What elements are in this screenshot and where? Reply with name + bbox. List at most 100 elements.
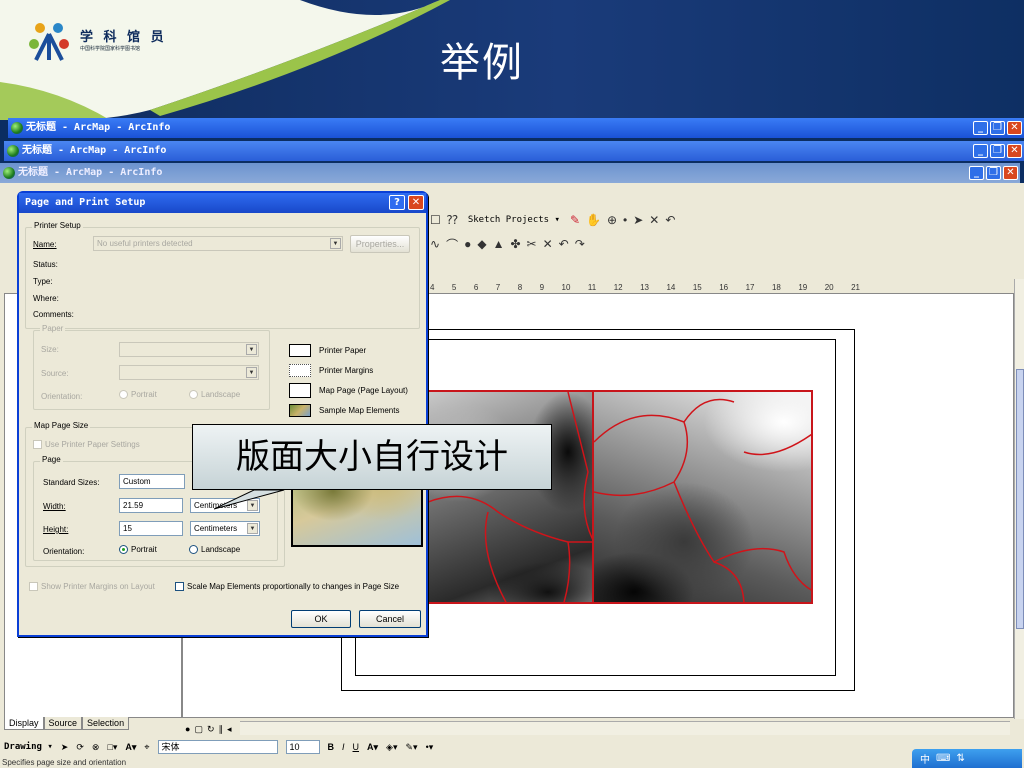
rectangle-icon[interactable]: □▾ bbox=[107, 742, 117, 753]
checkbox-box bbox=[29, 582, 38, 591]
window-title: 无标题 - ArcMap - ArcInfo bbox=[22, 145, 167, 156]
zoom-icon[interactable]: ⊕ bbox=[607, 213, 617, 227]
italic-icon[interactable]: I bbox=[342, 742, 345, 752]
where-label: Where: bbox=[33, 294, 59, 303]
minimize-button[interactable]: _ bbox=[973, 144, 988, 158]
scroll-thumb[interactable] bbox=[1016, 369, 1024, 629]
circle-icon[interactable]: ● bbox=[464, 237, 471, 251]
chevron-down-icon: ▼ bbox=[246, 344, 257, 355]
height-input[interactable]: 15 bbox=[119, 521, 183, 536]
minimize-button[interactable]: _ bbox=[969, 166, 984, 180]
zoom-whole-page-icon[interactable]: ⊗ bbox=[92, 742, 100, 753]
font-color-icon[interactable]: A▾ bbox=[367, 742, 378, 753]
callout-icon[interactable]: ⌖ bbox=[144, 742, 149, 753]
text-icon[interactable]: A▾ bbox=[125, 742, 136, 753]
help-button[interactable]: ? bbox=[389, 195, 405, 210]
close-button[interactable]: ✕ bbox=[1007, 121, 1022, 135]
layout-view-icon[interactable]: ▢ bbox=[194, 724, 203, 735]
use-printer-paper-checkbox[interactable]: Use Printer Paper Settings bbox=[33, 440, 140, 449]
pause-icon[interactable]: ∥ bbox=[219, 724, 224, 735]
ok-button[interactable]: OK bbox=[291, 610, 351, 628]
network-icon[interactable]: ⇅ bbox=[956, 753, 964, 764]
system-tray: 中 ⌨ ⇅ bbox=[912, 749, 1022, 768]
size-label: Size: bbox=[41, 345, 59, 354]
printer-name-dropdown[interactable]: No useful printers detected ▼ bbox=[93, 236, 343, 251]
scroll-left-icon[interactable]: ◂ bbox=[227, 724, 232, 735]
bold-icon[interactable]: B bbox=[328, 742, 335, 752]
legend-printer-margins: Printer Margins bbox=[289, 364, 373, 377]
dialog-close-button[interactable]: ✕ bbox=[408, 195, 424, 210]
dialog-titlebar[interactable]: Page and Print Setup ? ✕ bbox=[19, 193, 426, 213]
restore-button[interactable]: ❐ bbox=[986, 166, 1001, 180]
diamond-icon[interactable]: ◆ bbox=[477, 237, 486, 251]
arc-icon[interactable]: ⌒ bbox=[446, 236, 458, 253]
whats-this-icon[interactable]: ⁇ bbox=[447, 213, 458, 227]
refresh-icon[interactable]: ↻ bbox=[207, 724, 215, 735]
arcmap-icon bbox=[3, 167, 15, 179]
page-landscape-radio[interactable]: Landscape bbox=[189, 545, 240, 554]
cancel-button[interactable]: Cancel bbox=[359, 610, 421, 628]
vertical-scrollbar[interactable] bbox=[1014, 279, 1024, 719]
checkbox-label: Use Printer Paper Settings bbox=[45, 440, 140, 449]
point-icon[interactable]: • bbox=[623, 213, 627, 227]
undo-icon[interactable]: ↶ bbox=[559, 237, 569, 251]
edit-tool-icon[interactable]: ✎ bbox=[570, 213, 580, 227]
redo-icon[interactable]: ↷ bbox=[575, 237, 585, 251]
window-titlebar-1[interactable]: 无标题 - ArcMap - ArcInfo _ ❐ ✕ bbox=[8, 118, 1024, 138]
close-icon[interactable]: ✕ bbox=[543, 237, 553, 251]
width-label: Width: bbox=[43, 502, 66, 511]
properties-button[interactable]: Properties... bbox=[350, 235, 410, 253]
sketch-projects-dropdown[interactable]: Sketch Projects ▾ bbox=[464, 215, 564, 225]
restore-button[interactable]: ❐ bbox=[990, 121, 1005, 135]
trace-icon[interactable]: ✤ bbox=[510, 237, 520, 251]
show-printer-margins-checkbox[interactable]: Show Printer Margins on Layout bbox=[29, 582, 155, 591]
close-button[interactable]: ✕ bbox=[1003, 166, 1018, 180]
window-titlebar-3[interactable]: 无标题 - ArcMap - ArcInfo _ ❐ ✕ bbox=[0, 163, 1020, 183]
delete-icon[interactable]: ✕ bbox=[649, 213, 659, 227]
rotate-icon[interactable]: ⟳ bbox=[76, 742, 84, 753]
status-label: Status: bbox=[33, 260, 58, 269]
fill-color-icon[interactable]: ◈▾ bbox=[386, 742, 397, 753]
scale-map-elements-checkbox[interactable]: Scale Map Elements proportionally to cha… bbox=[175, 582, 399, 591]
tab-selection[interactable]: Selection bbox=[82, 717, 130, 730]
frame-icon[interactable]: ☐ bbox=[430, 213, 441, 227]
cut-icon[interactable]: ✂ bbox=[527, 237, 537, 251]
tab-display[interactable]: Display bbox=[4, 717, 44, 730]
data-view-icon[interactable]: ● bbox=[185, 724, 190, 734]
line-color-icon[interactable]: ✎▾ bbox=[406, 742, 418, 753]
swatch bbox=[289, 404, 311, 417]
cursor-icon[interactable]: ➤ bbox=[633, 213, 643, 227]
minimize-button[interactable]: _ bbox=[973, 121, 988, 135]
horizontal-scrollbar[interactable] bbox=[240, 721, 1010, 735]
font-size-combo[interactable]: 10 bbox=[285, 740, 320, 754]
font-name-combo[interactable]: 宋体 bbox=[157, 740, 278, 754]
marker-color-icon[interactable]: •▾ bbox=[426, 742, 434, 753]
paper-source-dropdown[interactable]: ▼ bbox=[119, 365, 259, 380]
pan-icon[interactable]: ✋ bbox=[586, 213, 601, 227]
keyboard-icon[interactable]: ⌨ bbox=[936, 753, 950, 764]
paper-landscape-radio[interactable]: Landscape bbox=[189, 390, 240, 399]
drawing-menu[interactable]: Drawing ▾ bbox=[4, 742, 53, 752]
radio-dot bbox=[189, 390, 198, 399]
curve-icon[interactable]: ∿ bbox=[430, 237, 440, 251]
shape-icon[interactable]: ▲ bbox=[493, 237, 505, 251]
standard-sizes-dropdown[interactable]: Custom bbox=[119, 474, 185, 489]
height-unit-dropdown[interactable]: Centimeters ▼ bbox=[190, 521, 260, 536]
select-elements-icon[interactable]: ➤ bbox=[61, 742, 69, 753]
legend-label: Sample Map Elements bbox=[319, 406, 400, 415]
dem-map-frame-right[interactable] bbox=[592, 390, 813, 604]
tab-source[interactable]: Source bbox=[43, 717, 83, 730]
page-portrait-radio[interactable]: Portrait bbox=[119, 545, 157, 554]
close-button[interactable]: ✕ bbox=[1007, 144, 1022, 158]
ime-icon[interactable]: 中 bbox=[920, 751, 930, 766]
undo-icon[interactable]: ↶ bbox=[665, 213, 675, 227]
dem-map-frame-left[interactable] bbox=[426, 390, 594, 604]
chevron-down-icon: ▼ bbox=[330, 238, 341, 249]
paper-portrait-radio[interactable]: Portrait bbox=[119, 390, 157, 399]
slide-title: 举例 bbox=[440, 40, 524, 86]
underline-icon[interactable]: U bbox=[353, 742, 360, 752]
width-input[interactable]: 21.59 bbox=[119, 498, 183, 513]
restore-button[interactable]: ❐ bbox=[990, 144, 1005, 158]
window-titlebar-2[interactable]: 无标题 - ArcMap - ArcInfo _ ❐ ✕ bbox=[4, 141, 1024, 161]
paper-size-dropdown[interactable]: ▼ bbox=[119, 342, 259, 357]
